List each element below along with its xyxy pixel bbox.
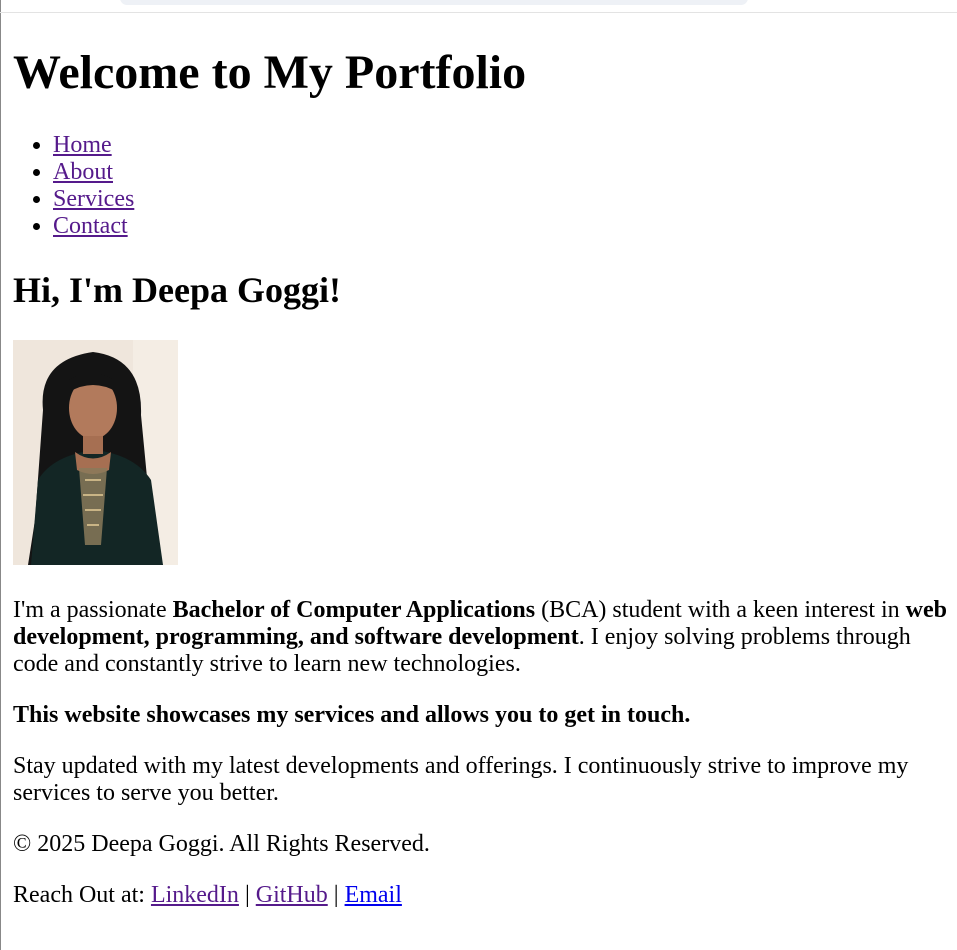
window-left-edge — [0, 0, 1, 950]
reach-out-line: Reach Out at: LinkedIn | GitHub | Email — [13, 882, 953, 909]
nav-item-contact: Contact — [53, 213, 953, 240]
github-link[interactable]: GitHub — [256, 882, 328, 908]
intro-paragraph: I'm a passionate Bachelor of Computer Ap… — [13, 597, 953, 678]
nav-link-contact[interactable]: Contact — [53, 213, 128, 239]
showcase-text: This website showcases my services and a… — [13, 702, 691, 728]
intro-text-1: I'm a passionate — [13, 597, 173, 623]
intro-text-2: (BCA) student with a keen interest in — [535, 597, 906, 623]
intro-degree: Bachelor of Computer Applications — [172, 597, 536, 623]
nav-link-about[interactable]: About — [53, 159, 113, 185]
nav-item-services: Services — [53, 186, 953, 213]
showcase-paragraph: This website showcases my services and a… — [13, 702, 953, 729]
copyright-text: © 2025 Deepa Goggi. All Rights Reserved. — [13, 831, 430, 857]
page-title: Welcome to My Portfolio — [13, 46, 527, 99]
nav-list: Home About Services Contact — [13, 132, 953, 240]
nav-item-home: Home — [53, 132, 953, 159]
reach-out-label: Reach Out at: — [13, 882, 151, 908]
nav-link-home[interactable]: Home — [53, 132, 112, 158]
profile-photo — [13, 340, 178, 565]
separator-2: | — [327, 882, 345, 908]
address-bar-remnant[interactable] — [120, 0, 748, 5]
linkedin-link[interactable]: LinkedIn — [151, 882, 239, 908]
greeting-heading: Hi, I'm Deepa Goggi! — [13, 270, 341, 310]
separator-1: | — [238, 882, 256, 908]
email-link[interactable]: Email — [345, 882, 402, 908]
updates-paragraph: Stay updated with my latest developments… — [13, 753, 909, 806]
nav-item-about: About — [53, 159, 953, 186]
page-content: Welcome to My Portfolio Home About Servi… — [13, 32, 953, 933]
nav-link-services[interactable]: Services — [53, 186, 134, 212]
browser-top-strip — [0, 0, 957, 13]
